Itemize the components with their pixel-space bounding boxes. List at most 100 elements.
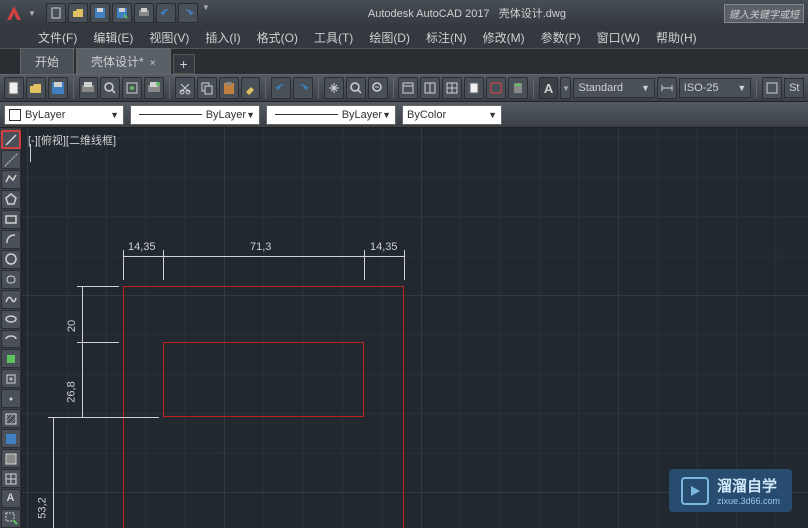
tb-zoomprev-icon[interactable] — [368, 77, 388, 99]
tb-props-icon[interactable] — [398, 77, 418, 99]
layer-color-dropdown[interactable]: ByLayer ▼ — [4, 105, 124, 125]
draw-toolbar: A — [0, 128, 22, 528]
qat-undo-icon[interactable] — [156, 3, 176, 23]
layer-properties-bar: ByLayer ▼ ByLayer ▼ ByLayer ▼ ByColor ▼ — [0, 102, 808, 128]
menu-tools[interactable]: 工具(T) — [306, 27, 361, 48]
menu-help[interactable]: 帮助(H) — [648, 27, 705, 48]
point-tool-icon[interactable] — [1, 389, 21, 408]
tb-preview-icon[interactable] — [100, 77, 120, 99]
tb-table-icon[interactable] — [762, 77, 782, 99]
dim-v1: 20 — [66, 320, 78, 332]
menu-param[interactable]: 参数(P) — [533, 27, 589, 48]
line-tool-icon[interactable] — [1, 130, 21, 149]
arc-tool-icon[interactable] — [1, 230, 21, 249]
tb-cut-icon[interactable] — [175, 77, 195, 99]
qat-dropdown-arrow[interactable]: ▼ — [202, 3, 210, 23]
tb-print-icon[interactable] — [79, 77, 99, 99]
window-title: Autodesk AutoCAD 2017 壳体设计.dwg — [210, 5, 724, 21]
tab-start[interactable]: 开始 — [20, 48, 74, 74]
menu-format[interactable]: 格式(O) — [249, 27, 306, 48]
tb-match-icon[interactable] — [241, 77, 261, 99]
tb-paste-icon[interactable] — [219, 77, 239, 99]
plotcolor-dropdown[interactable]: ByColor ▼ — [402, 105, 502, 125]
tb-markup-icon[interactable] — [486, 77, 506, 99]
drawing-area-container: A [-][俯视][二维线框] 14,35 71,3 14,35 20 — [0, 128, 808, 528]
polygon-tool-icon[interactable] — [1, 190, 21, 209]
make-block-icon[interactable] — [1, 369, 21, 388]
mtext-tool-icon[interactable]: A — [1, 489, 21, 508]
tb-textstyle-arrow[interactable]: ▼ — [560, 77, 571, 99]
tb-designcenter-icon[interactable] — [420, 77, 440, 99]
last-dropdown[interactable]: St — [784, 78, 804, 98]
play-icon — [681, 477, 709, 505]
menu-edit[interactable]: 编辑(E) — [85, 27, 141, 48]
file-tab-bar: 开始 壳体设计*× + — [0, 48, 808, 74]
menu-modify[interactable]: 修改(M) — [475, 27, 533, 48]
tb-zoom-icon[interactable] — [346, 77, 366, 99]
dim-d3: 14,35 — [370, 241, 398, 253]
rectangle-tool-icon[interactable] — [1, 210, 21, 229]
menu-window[interactable]: 窗口(W) — [589, 27, 648, 48]
table-tool-icon[interactable] — [1, 469, 21, 488]
qat-open-icon[interactable] — [68, 3, 88, 23]
dim-d1: 14,35 — [128, 241, 156, 253]
menu-insert[interactable]: 插入(I) — [197, 27, 248, 48]
dim-v3: 53,2 — [37, 497, 49, 518]
tb-open-icon[interactable] — [26, 77, 46, 99]
polyline-tool-icon[interactable] — [1, 170, 21, 189]
menu-view[interactable]: 视图(V) — [141, 27, 197, 48]
tb-save-icon[interactable] — [48, 77, 68, 99]
tb-toolpalette-icon[interactable] — [442, 77, 462, 99]
tab-close-icon[interactable]: × — [150, 58, 156, 69]
tb-calc-icon[interactable] — [508, 77, 528, 99]
app-logo[interactable] — [4, 3, 24, 23]
qat-redo-icon[interactable] — [178, 3, 198, 23]
drawing-canvas[interactable]: [-][俯视][二维线框] 14,35 71,3 14,35 20 26,8 — [22, 128, 808, 528]
tb-pan-icon[interactable] — [324, 77, 344, 99]
addselect-tool-icon[interactable] — [1, 509, 21, 528]
revcloud-tool-icon[interactable] — [1, 270, 21, 289]
text-style-dropdown[interactable]: Standard▼ — [573, 78, 654, 98]
insert-block-icon[interactable] — [1, 349, 21, 368]
hatch-tool-icon[interactable] — [1, 409, 21, 428]
viewport-label[interactable]: [-][俯视][二维线框] — [28, 132, 116, 148]
tb-copy-icon[interactable] — [197, 77, 217, 99]
tb-sheet-icon[interactable] — [464, 77, 484, 99]
tb-redo2-icon[interactable] — [293, 77, 313, 99]
tb-text-icon[interactable]: A — [539, 77, 559, 99]
tb-dim-icon[interactable] — [657, 77, 677, 99]
xline-tool-icon[interactable] — [1, 150, 21, 169]
app-menu-arrow[interactable]: ▼ — [28, 9, 36, 18]
tb-3dprint-icon[interactable] — [144, 77, 164, 99]
help-search-input[interactable]: 键入关键字或短 — [724, 4, 804, 23]
qat-saveas-icon[interactable] — [112, 3, 132, 23]
menu-draw[interactable]: 绘图(D) — [361, 27, 418, 48]
tab-add-button[interactable]: + — [173, 54, 195, 74]
tb-publish-icon[interactable] — [122, 77, 142, 99]
qat-plot-icon[interactable] — [134, 3, 154, 23]
region-tool-icon[interactable] — [1, 449, 21, 468]
qat-new-icon[interactable] — [46, 3, 66, 23]
dim-d2: 71,3 — [250, 241, 271, 253]
spline-tool-icon[interactable] — [1, 290, 21, 309]
menu-file[interactable]: 文件(F) — [30, 27, 85, 48]
dim-style-dropdown[interactable]: ISO-25▼ — [679, 78, 752, 98]
gradient-tool-icon[interactable] — [1, 429, 21, 448]
circle-tool-icon[interactable] — [1, 250, 21, 269]
tb-new-icon[interactable] — [4, 77, 24, 99]
ellipsearc-tool-icon[interactable] — [1, 330, 21, 349]
linetype-dropdown[interactable]: ByLayer ▼ — [130, 105, 260, 125]
dim-v2: 26,8 — [66, 381, 78, 402]
ellipse-tool-icon[interactable] — [1, 310, 21, 329]
quick-access-toolbar: ▼ — [46, 3, 210, 23]
tb-undo2-icon[interactable] — [271, 77, 291, 99]
tab-active-file[interactable]: 壳体设计*× — [76, 48, 171, 74]
lineweight-dropdown[interactable]: ByLayer ▼ — [266, 105, 396, 125]
qat-save-icon[interactable] — [90, 3, 110, 23]
watermark: 溜溜自学 zixue.3d66.com — [669, 469, 792, 512]
menu-bar: 文件(F) 编辑(E) 视图(V) 插入(I) 格式(O) 工具(T) 绘图(D… — [0, 26, 808, 48]
drawing-rect-inner — [163, 342, 364, 417]
main-toolbar: A ▼ Standard▼ ISO-25▼ St — [0, 74, 808, 102]
menu-dimension[interactable]: 标注(N) — [418, 27, 475, 48]
title-bar: ▼ ▼ Autodesk AutoCAD 2017 壳体设计.dwg 键入关键字… — [0, 0, 808, 26]
